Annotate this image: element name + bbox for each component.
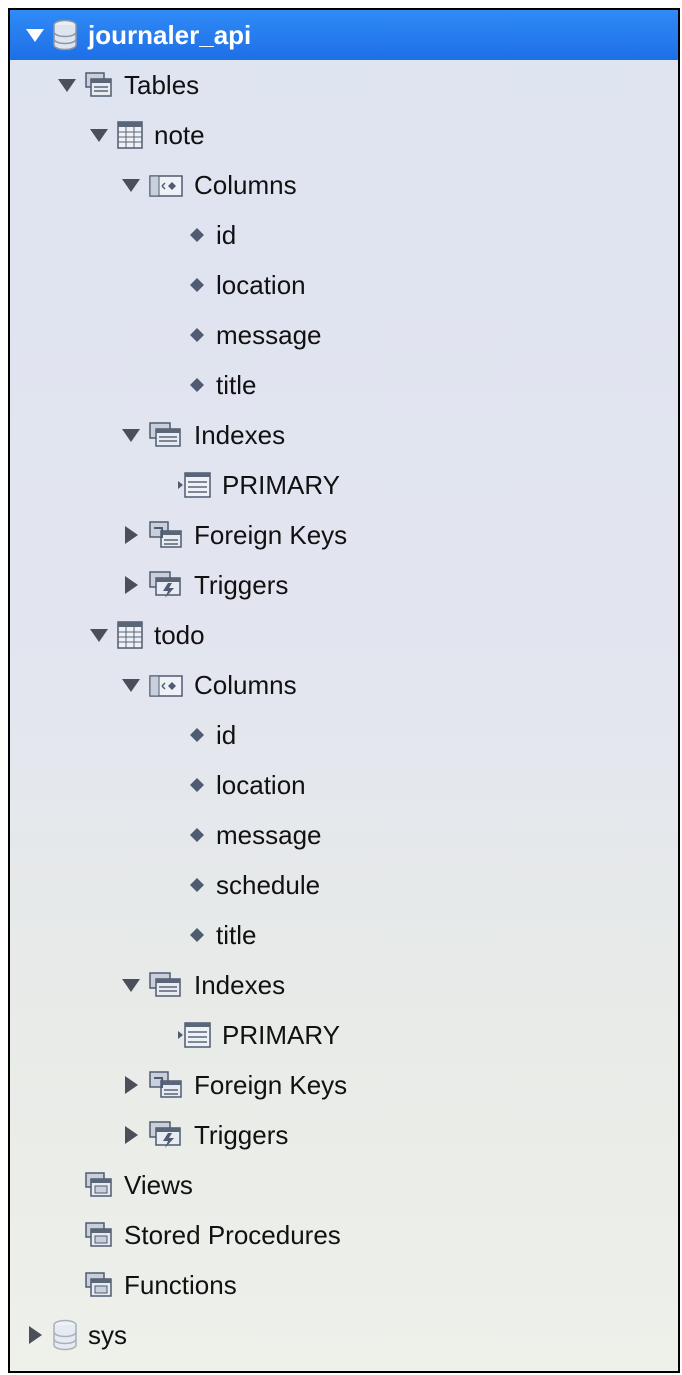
- tree-item-triggers[interactable]: Triggers: [10, 1110, 678, 1160]
- tree-item-column[interactable]: title: [10, 910, 678, 960]
- stored-procedures-folder-icon: [84, 1221, 114, 1249]
- column-diamond-icon: [188, 326, 206, 344]
- disclosure-expanded-icon[interactable]: [88, 124, 110, 146]
- triggers-folder-icon: [148, 570, 184, 600]
- tree-item-columns[interactable]: Columns: [10, 660, 678, 710]
- columns-label: Columns: [194, 169, 297, 200]
- schema-navigator: journaler_api Tables note Columns id loc…: [8, 8, 680, 1373]
- disclosure-expanded-icon[interactable]: [120, 424, 142, 446]
- column-diamond-icon: [188, 376, 206, 394]
- functions-folder-icon: [84, 1271, 114, 1299]
- foreign-keys-folder-icon: [148, 520, 184, 550]
- indexes-label: Indexes: [194, 419, 286, 450]
- functions-label: Functions: [124, 1269, 237, 1300]
- tree-item-table-note[interactable]: note: [10, 110, 678, 160]
- column-diamond-icon: [188, 726, 206, 744]
- stored-procedures-label: Stored Procedures: [124, 1219, 341, 1250]
- tree-item-index[interactable]: PRIMARY: [10, 1010, 678, 1060]
- disclosure-expanded-icon[interactable]: [88, 624, 110, 646]
- disclosure-collapsed-icon[interactable]: [120, 1124, 142, 1146]
- column-label: id: [216, 719, 237, 750]
- disclosure-collapsed-icon[interactable]: [24, 1324, 46, 1346]
- disclosure-collapsed-icon[interactable]: [120, 524, 142, 546]
- tree-item-column[interactable]: title: [10, 360, 678, 410]
- folder-stack-icon: [84, 71, 114, 99]
- tree-item-tables[interactable]: Tables: [10, 60, 678, 110]
- schema-label: journaler_api: [88, 19, 252, 50]
- column-label: message: [216, 319, 322, 350]
- tree-item-foreign-keys[interactable]: Foreign Keys: [10, 1060, 678, 1110]
- triggers-label: Triggers: [194, 569, 289, 600]
- index-label: PRIMARY: [222, 469, 340, 500]
- column-label: schedule: [216, 869, 321, 900]
- column-label: id: [216, 219, 237, 250]
- column-label: message: [216, 819, 322, 850]
- index-label: PRIMARY: [222, 1019, 340, 1050]
- tree-item-column[interactable]: id: [10, 210, 678, 260]
- tree-item-index[interactable]: PRIMARY: [10, 460, 678, 510]
- triggers-folder-icon: [148, 1120, 184, 1150]
- tree-item-column[interactable]: location: [10, 260, 678, 310]
- tree-item-indexes[interactable]: Indexes: [10, 410, 678, 460]
- tree-item-indexes[interactable]: Indexes: [10, 960, 678, 1010]
- table-icon: [116, 620, 144, 650]
- table-icon: [116, 120, 144, 150]
- disclosure-collapsed-icon[interactable]: [120, 1074, 142, 1096]
- index-icon: [176, 470, 212, 500]
- tree-item-columns[interactable]: Columns: [10, 160, 678, 210]
- disclosure-expanded-icon[interactable]: [24, 24, 46, 46]
- column-diamond-icon: [188, 776, 206, 794]
- disclosure-expanded-icon[interactable]: [120, 174, 142, 196]
- column-diamond-icon: [188, 826, 206, 844]
- tree-item-table-todo[interactable]: todo: [10, 610, 678, 660]
- triggers-label: Triggers: [194, 1119, 289, 1150]
- indexes-folder-icon: [148, 971, 184, 999]
- foreign-keys-label: Foreign Keys: [194, 1069, 348, 1100]
- table-label: todo: [154, 619, 205, 650]
- tree-item-column[interactable]: location: [10, 760, 678, 810]
- column-label: location: [216, 769, 306, 800]
- column-diamond-icon: [188, 226, 206, 244]
- views-folder-icon: [84, 1171, 114, 1199]
- index-icon: [176, 1020, 212, 1050]
- disclosure-expanded-icon[interactable]: [120, 674, 142, 696]
- column-label: title: [216, 919, 257, 950]
- disclosure-collapsed-icon[interactable]: [120, 574, 142, 596]
- tree-item-stored-procedures[interactable]: Stored Procedures: [10, 1210, 678, 1260]
- indexes-folder-icon: [148, 421, 184, 449]
- tree-item-schema-journaler-api[interactable]: journaler_api: [10, 10, 678, 60]
- foreign-keys-folder-icon: [148, 1070, 184, 1100]
- views-label: Views: [124, 1169, 193, 1200]
- column-diamond-icon: [188, 926, 206, 944]
- database-icon: [52, 1319, 78, 1351]
- tree-item-schema-sys[interactable]: sys: [10, 1310, 678, 1360]
- table-label: note: [154, 119, 205, 150]
- tree-item-foreign-keys[interactable]: Foreign Keys: [10, 510, 678, 560]
- tables-label: Tables: [124, 69, 200, 100]
- columns-label: Columns: [194, 669, 297, 700]
- database-icon: [52, 19, 78, 51]
- tree-item-functions[interactable]: Functions: [10, 1260, 678, 1310]
- indexes-label: Indexes: [194, 969, 286, 1000]
- column-diamond-icon: [188, 876, 206, 894]
- disclosure-expanded-icon[interactable]: [120, 974, 142, 996]
- tree-item-column[interactable]: message: [10, 810, 678, 860]
- column-diamond-icon: [188, 276, 206, 294]
- tree-item-column[interactable]: message: [10, 310, 678, 360]
- column-label: location: [216, 269, 306, 300]
- columns-folder-icon: [148, 672, 184, 698]
- tree-item-views[interactable]: Views: [10, 1160, 678, 1210]
- column-label: title: [216, 369, 257, 400]
- disclosure-expanded-icon[interactable]: [56, 74, 78, 96]
- foreign-keys-label: Foreign Keys: [194, 519, 348, 550]
- tree-item-triggers[interactable]: Triggers: [10, 560, 678, 610]
- tree-item-column[interactable]: schedule: [10, 860, 678, 910]
- columns-folder-icon: [148, 172, 184, 198]
- schema-label: sys: [88, 1319, 127, 1350]
- tree-item-column[interactable]: id: [10, 710, 678, 760]
